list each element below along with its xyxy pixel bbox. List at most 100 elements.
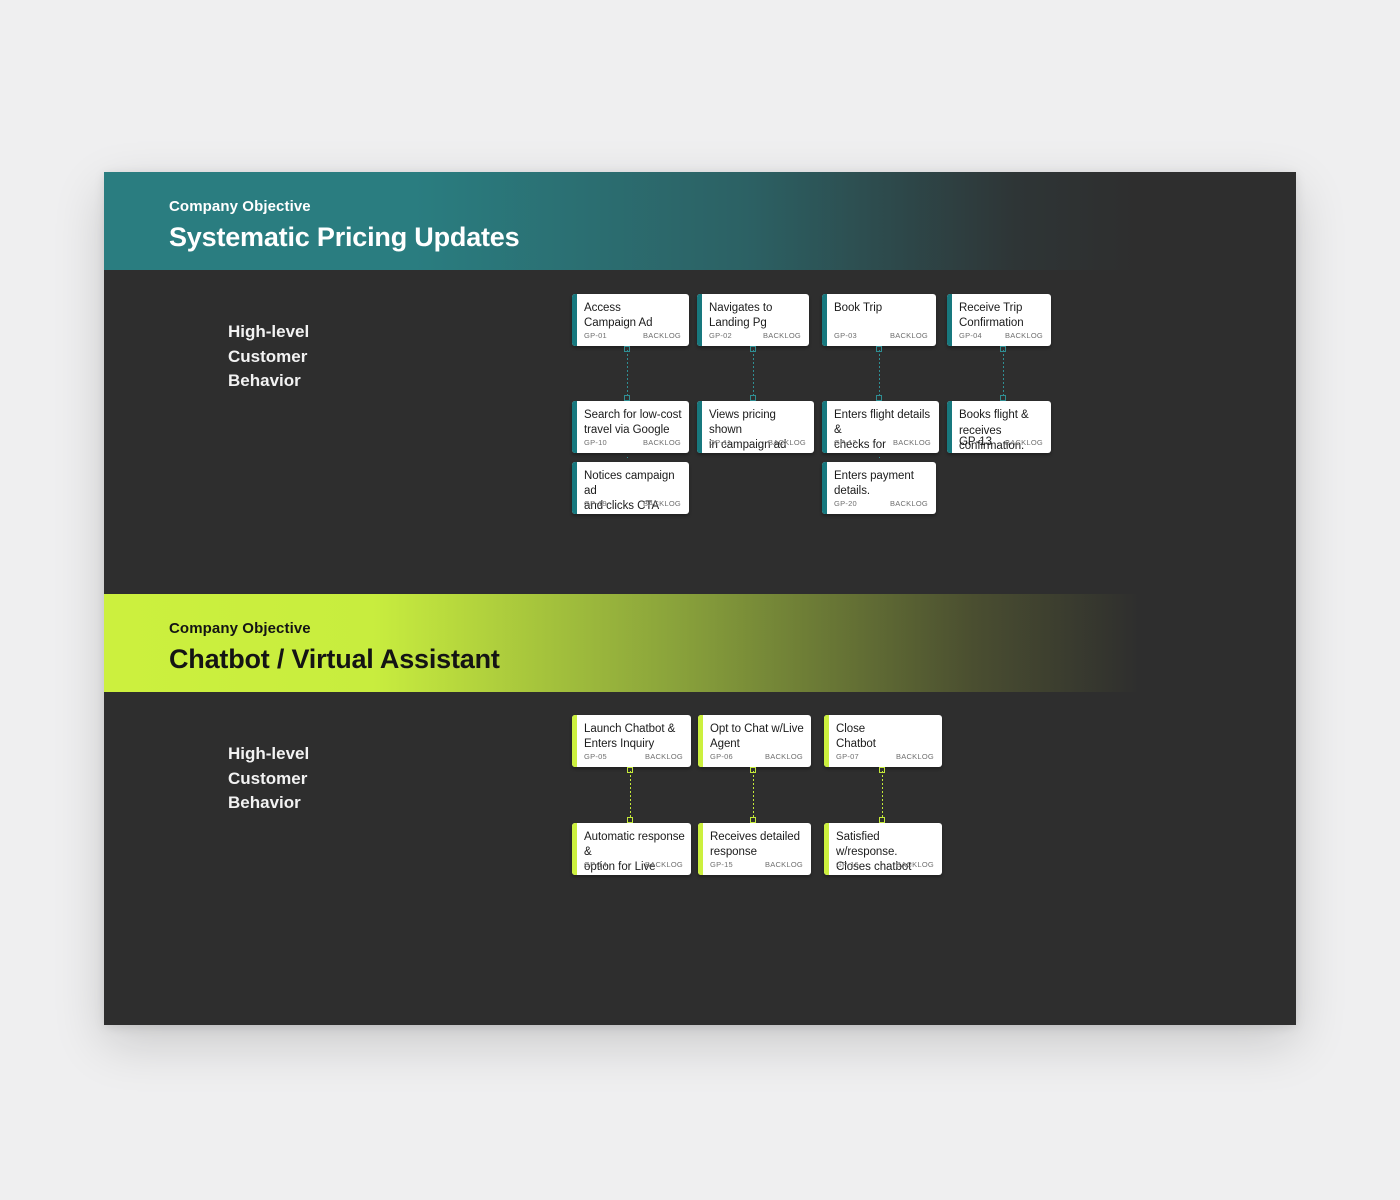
lane-label-high-level-customer-behavior: High-level Customer Behavior <box>228 744 310 813</box>
story-card[interactable]: Book Trip GP-03 BACKLOG <box>822 294 936 346</box>
card-meta: GP-10 BACKLOG <box>584 436 681 447</box>
story-card[interactable]: Views pricing shown in campaign ad GP-11… <box>697 401 814 453</box>
connector-line <box>627 350 628 397</box>
card-title: Receive Trip Confirmation <box>959 302 1024 330</box>
connector-line <box>879 457 880 458</box>
card-accent-bar <box>572 294 577 346</box>
story-card[interactable]: Books flight & receives confirmation. GP… <box>947 401 1051 453</box>
card-accent-bar <box>822 401 827 453</box>
card-meta: GP-20 BACKLOG <box>834 497 928 508</box>
card-status-badge: BACKLOG <box>889 499 928 508</box>
card-accent-bar <box>947 294 952 346</box>
card-accent-bar <box>698 715 703 767</box>
card-meta: GP-13 BACKLOG <box>959 436 1043 448</box>
card-id: GP-10 <box>584 438 607 447</box>
card-status-badge: BACKLOG <box>644 752 683 761</box>
story-card[interactable]: Automatic response & option for Live Age… <box>572 823 691 875</box>
card-id: GP-02 <box>709 331 732 340</box>
card-meta: GP-05 BACKLOG <box>584 750 683 761</box>
connector-line <box>1003 350 1004 397</box>
connector-line <box>627 457 628 458</box>
card-accent-bar <box>697 401 702 453</box>
card-accent-bar <box>572 823 577 875</box>
story-card[interactable]: Opt to Chat w/Live Agent GP-06 BACKLOG <box>698 715 811 767</box>
card-meta: GP-07 BACKLOG <box>836 750 934 761</box>
card-meta: GP-14 BACKLOG <box>584 858 683 869</box>
story-card[interactable]: Enters flight details & checks for avail… <box>822 401 939 453</box>
card-accent-bar <box>824 715 829 767</box>
card-connector <box>879 453 880 462</box>
story-card[interactable]: Launch Chatbot & Enters Inquiry GP-05 BA… <box>572 715 691 767</box>
lane-label-high-level-customer-behavior: High-level Customer Behavior <box>228 322 310 391</box>
card-meta: GP-15 BACKLOG <box>710 858 803 869</box>
card-id: GP-13 <box>959 436 992 448</box>
card-title: Access Campaign Ad <box>584 302 653 330</box>
card-meta: GP-16 BACKLOG <box>836 858 934 869</box>
card-status-badge: BACKLOG <box>642 331 681 340</box>
card-connector <box>750 346 756 401</box>
story-map-board: Company Objective Systematic Pricing Upd… <box>104 172 1296 1025</box>
card-connector <box>624 346 630 401</box>
card-title: Navigates to Landing Pg <box>709 302 773 330</box>
card-title: Receives detailed response <box>710 831 800 859</box>
card-accent-bar <box>824 823 829 875</box>
card-meta: GP-11 BACKLOG <box>709 436 806 447</box>
objective-header-systematic-pricing-updates: Company Objective Systematic Pricing Upd… <box>104 172 1140 270</box>
card-accent-bar <box>822 462 827 514</box>
card-status-badge: BACKLOG <box>642 438 681 447</box>
card-status-badge: BACKLOG <box>1004 438 1043 447</box>
card-status-badge: BACKLOG <box>892 438 931 447</box>
story-card[interactable]: Receive Trip Confirmation GP-04 BACKLOG <box>947 294 1051 346</box>
story-card[interactable]: Access Campaign Ad GP-01 BACKLOG <box>572 294 689 346</box>
card-status-badge: BACKLOG <box>644 860 683 869</box>
card-accent-bar <box>572 462 577 514</box>
card-meta: GP-02 BACKLOG <box>709 329 801 340</box>
swimlane-systematic-pricing-updates: High-level Customer Behavior Access Camp… <box>104 270 1296 594</box>
card-connector <box>879 767 885 823</box>
story-card[interactable]: Enters payment details. GP-20 BACKLOG <box>822 462 936 514</box>
connector-line <box>753 350 754 397</box>
card-title: Enters payment details. <box>834 470 914 498</box>
card-meta: GP-12 BACKLOG <box>834 436 931 447</box>
card-connector <box>876 346 882 401</box>
objective-kicker: Company Objective <box>169 620 311 637</box>
story-card[interactable]: Receives detailed response GP-15 BACKLOG <box>698 823 811 875</box>
card-id: GP-06 <box>710 752 733 761</box>
card-id: GP-20 <box>834 499 857 508</box>
card-status-badge: BACKLOG <box>767 438 806 447</box>
objective-title: Chatbot / Virtual Assistant <box>169 643 500 674</box>
objective-kicker: Company Objective <box>169 198 311 215</box>
card-status-badge: BACKLOG <box>762 331 801 340</box>
card-id: GP-07 <box>836 752 859 761</box>
card-status-badge: BACKLOG <box>764 752 803 761</box>
card-accent-bar <box>572 401 577 453</box>
card-id: GP-12 <box>834 438 857 447</box>
card-accent-bar <box>822 294 827 346</box>
card-accent-bar <box>572 715 577 767</box>
card-status-badge: BACKLOG <box>764 860 803 869</box>
story-card[interactable]: Notices campaign ad and clicks CTA GP-19… <box>572 462 689 514</box>
card-id: GP-11 <box>709 438 732 447</box>
objective-header-chatbot-virtual-assistant: Company Objective Chatbot / Virtual Assi… <box>104 594 1140 692</box>
card-id: GP-19 <box>584 499 607 508</box>
card-meta: GP-06 BACKLOG <box>710 750 803 761</box>
objective-title: Systematic Pricing Updates <box>169 221 520 252</box>
card-id: GP-05 <box>584 752 607 761</box>
objective-header-text: Company Objective Chatbot / Virtual Assi… <box>169 620 500 677</box>
card-status-badge: BACKLOG <box>642 499 681 508</box>
swimlane-chatbot-virtual-assistant: High-level Customer Behavior Launch Chat… <box>104 692 1296 1025</box>
story-card[interactable]: Search for low-cost travel via Google GP… <box>572 401 689 453</box>
card-meta: GP-04 BACKLOG <box>959 329 1043 340</box>
card-accent-bar <box>947 401 952 453</box>
card-meta: GP-03 BACKLOG <box>834 329 928 340</box>
connector-line <box>630 771 631 819</box>
story-card[interactable]: Satisfied w/response. Closes chatbot GP-… <box>824 823 942 875</box>
card-status-badge: BACKLOG <box>1004 331 1043 340</box>
story-card[interactable]: Close Chatbot GP-07 BACKLOG <box>824 715 942 767</box>
card-id: GP-15 <box>710 860 733 869</box>
card-accent-bar <box>698 823 703 875</box>
card-connector <box>627 453 628 462</box>
card-meta: GP-19 BACKLOG <box>584 497 681 508</box>
connector-line <box>882 771 883 819</box>
story-card[interactable]: Navigates to Landing Pg GP-02 BACKLOG <box>697 294 809 346</box>
